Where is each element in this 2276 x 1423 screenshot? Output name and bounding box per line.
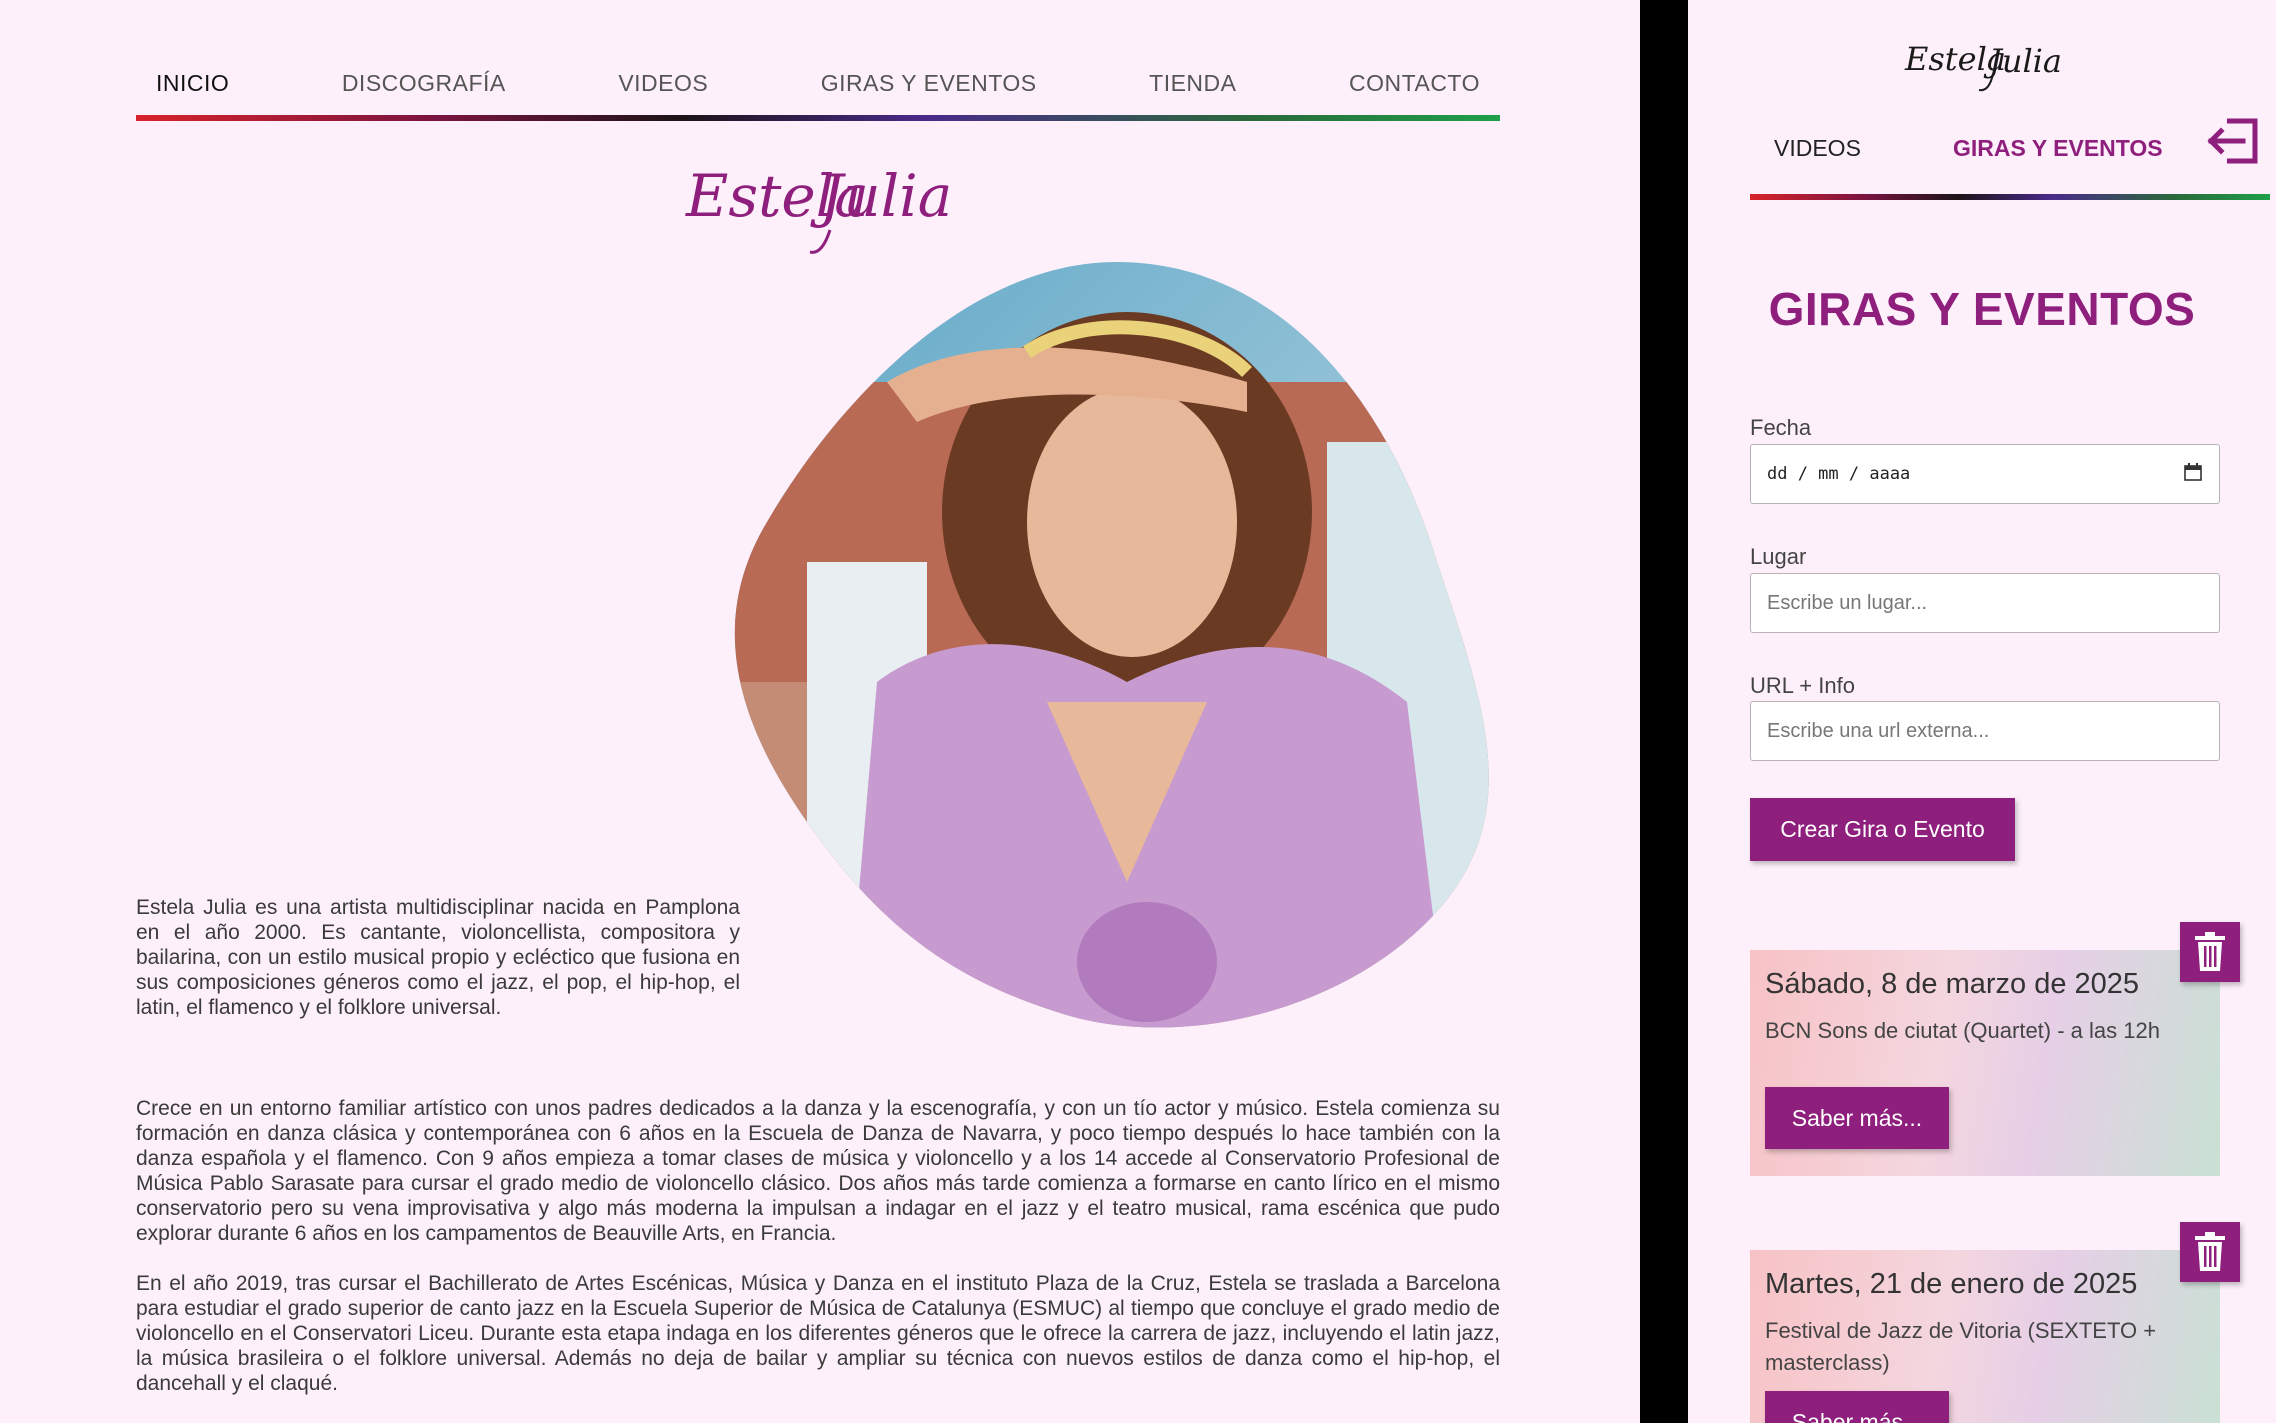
bio-intro: Estela Julia es una artista multidiscipl… [136,896,740,1019]
event-date: Sábado, 8 de marzo de 2025 [1765,968,2140,1000]
event-card: Sábado, 8 de marzo de 2025 BCN Sons de c… [1750,950,2220,1176]
saber-mas-button[interactable]: Saber más... [1765,1391,1949,1423]
url-label: URL + Info [1750,673,1855,698]
nav-gradient-underline [136,115,1500,121]
event-description: Festival de Jazz de Vitoria (SEXTETO + m… [1765,1318,2157,1375]
estela-julia-logo[interactable]: Estela Julia [680,150,960,260]
nav-inicio[interactable]: INICIO [156,52,229,97]
nav-contacto[interactable]: CONTACTO [1349,52,1480,97]
admin-nav: VIDEOS GIRAS Y EVENTOS [1750,115,2270,205]
lugar-input[interactable]: Escribe un lugar... [1750,573,2220,633]
logout-icon[interactable] [2205,115,2261,167]
admin-nav-videos[interactable]: VIDEOS [1774,135,1861,162]
event-description: BCN Sons de ciutat (Quartet) - a las 12h [1765,1018,2160,1043]
svg-text:Julia: Julia [1983,42,2062,80]
nav-discografia[interactable]: DISCOGRAFÍA [342,52,506,97]
bio-paragraph-3: En el año 2019, tras cursar el Bachiller… [136,1272,1500,1395]
bio-paragraph-2: Crece en un entorno familiar artístico c… [136,1097,1500,1245]
panel-divider [1640,0,1688,1423]
lugar-label: Lugar [1750,544,1807,569]
main-nav: INICIO DISCOGRAFÍA VIDEOS GIRAS Y EVENTO… [136,52,1500,122]
admin-nav-giras-eventos[interactable]: GIRAS Y EVENTOS [1953,135,2163,162]
nav-giras-eventos[interactable]: GIRAS Y EVENTOS [821,52,1037,97]
admin-nav-gradient-underline [1750,194,2270,200]
page-title: GIRAS Y EVENTOS [1768,283,2196,335]
fecha-label: Fecha [1750,415,1812,440]
lugar-placeholder: Escribe un lugar... [1767,591,1928,614]
url-input[interactable]: Escribe una url externa... [1750,701,2220,761]
calendar-icon[interactable] [2183,462,2203,487]
nav-videos[interactable]: VIDEOS [618,52,708,97]
svg-text:Julia: Julia [810,162,952,230]
event-date: Martes, 21 de enero de 2025 [1765,1268,2138,1300]
estela-julia-logo-small[interactable]: Estela Julia [1901,30,2071,100]
url-placeholder: Escribe una url externa... [1767,719,1990,742]
nav-tienda[interactable]: TIENDA [1149,52,1236,97]
admin-panel: Estela Julia VIDEOS GIRAS Y EVENTOS GIRA… [1688,0,2276,1423]
trash-icon[interactable] [2180,1222,2240,1282]
crear-evento-button[interactable]: Crear Gira o Evento [1750,798,2015,861]
artist-photo [727,262,1500,1030]
fecha-date-input[interactable]: dd / mm / aaaa [1750,444,2220,504]
trash-icon[interactable] [2180,922,2240,982]
saber-mas-button[interactable]: Saber más... [1765,1087,1949,1149]
event-card: Martes, 21 de enero de 2025 Festival de … [1750,1250,2220,1423]
public-site-panel: INICIO DISCOGRAFÍA VIDEOS GIRAS Y EVENTO… [0,0,1640,1423]
fecha-placeholder: dd / mm / aaaa [1767,464,1911,484]
